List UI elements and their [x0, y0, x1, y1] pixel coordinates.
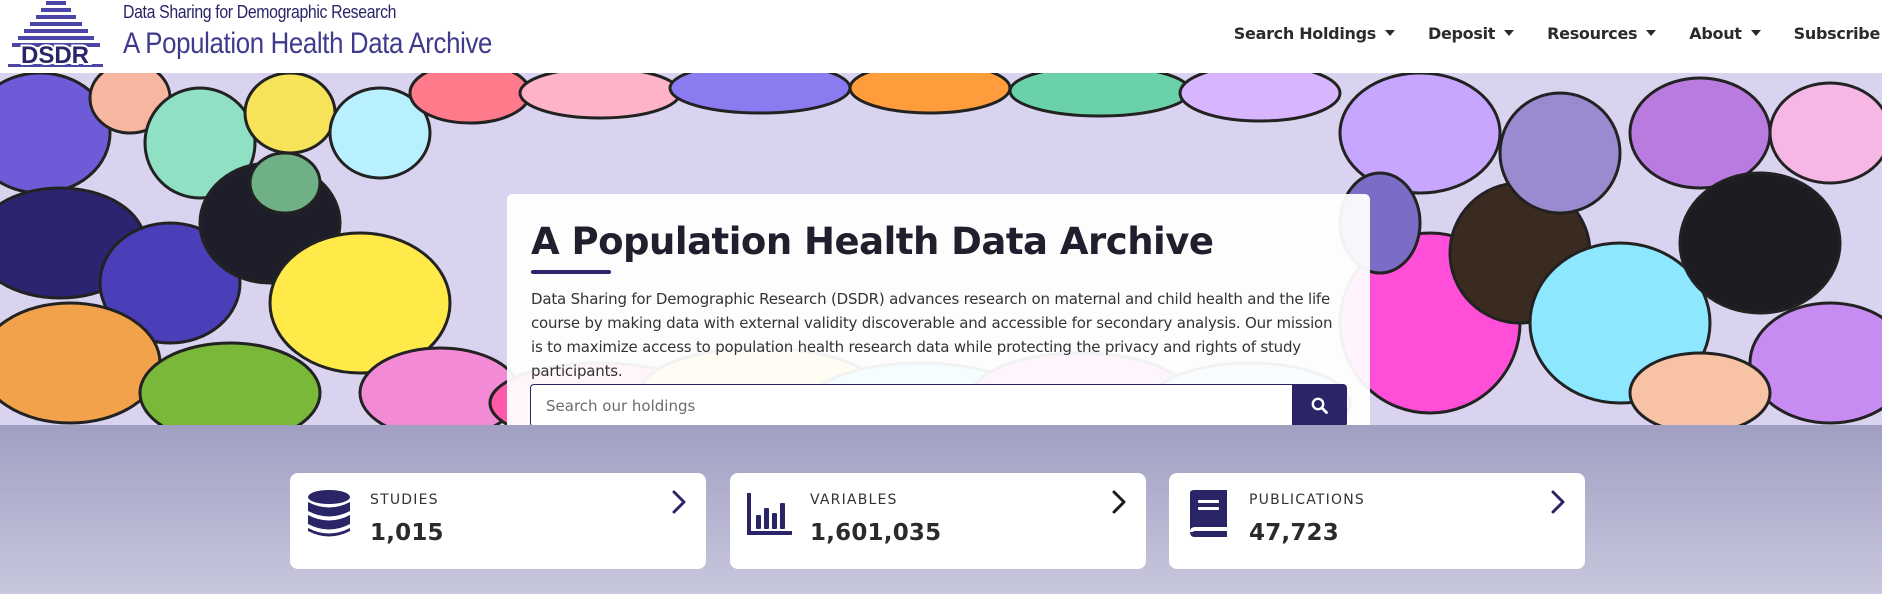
- nav-label: Search Holdings: [1233, 23, 1376, 43]
- nav-label: About: [1689, 23, 1742, 43]
- search-input[interactable]: [530, 384, 1292, 425]
- caret-down-icon: [1750, 30, 1761, 36]
- stat-card-variables[interactable]: VARIABLES 1,601,035: [730, 473, 1146, 569]
- nav-deposit[interactable]: Deposit: [1427, 23, 1515, 43]
- logo-title: A Population Health Data Archive: [123, 27, 493, 60]
- caret-down-icon: [1646, 30, 1657, 36]
- logo-subtitle: Data Sharing for Demographic Research: [123, 2, 397, 22]
- chevron-right-icon: [672, 490, 686, 514]
- stat-label: VARIABLES: [810, 492, 898, 508]
- nav-subscribe[interactable]: Subscribe: [1793, 23, 1881, 43]
- bar-chart-icon: [747, 493, 792, 535]
- nav-label: Deposit: [1427, 23, 1496, 43]
- database-icon: [308, 490, 350, 537]
- site-logo[interactable]: DSDR Data Sharing for Demographic Resear…: [8, 0, 492, 73]
- stats-band: STUDIES 1,015 VARIABLES 1,601,035 PUBLIC…: [0, 425, 1882, 594]
- search-icon: [1311, 397, 1328, 414]
- hero-card: A Population Health Data Archive Data Sh…: [507, 194, 1370, 425]
- caret-down-icon: [1504, 30, 1515, 36]
- site-header: DSDR Data Sharing for Demographic Resear…: [0, 0, 1882, 73]
- search-button[interactable]: [1292, 384, 1347, 425]
- stat-value: 47,723: [1249, 520, 1339, 546]
- hero-title: A Population Health Data Archive: [531, 220, 1214, 263]
- stat-label: STUDIES: [370, 492, 439, 508]
- stat-value: 1,601,035: [810, 520, 942, 546]
- main-nav: Search Holdings Deposit Resources About …: [1234, 0, 1882, 66]
- nav-resources[interactable]: Resources: [1547, 23, 1657, 43]
- caret-down-icon: [1384, 30, 1395, 36]
- nav-label: Subscribe: [1793, 23, 1881, 43]
- stat-card-studies[interactable]: STUDIES 1,015: [290, 473, 706, 569]
- nav-search-holdings[interactable]: Search Holdings: [1234, 24, 1395, 43]
- hero-description: Data Sharing for Demographic Research (D…: [531, 290, 1333, 380]
- stat-value: 1,015: [370, 520, 444, 546]
- chevron-right-icon: [1551, 490, 1565, 514]
- dsdr-logo-icon: DSDR: [8, 1, 103, 70]
- hero-banner: A Population Health Data Archive Data Sh…: [0, 73, 1882, 425]
- book-icon: [1190, 490, 1227, 537]
- stat-label: PUBLICATIONS: [1249, 492, 1365, 508]
- search-form: [530, 384, 1347, 425]
- nav-label: Resources: [1547, 23, 1638, 43]
- logo-abbr: DSDR: [21, 42, 89, 69]
- chevron-right-icon: [1112, 490, 1126, 514]
- nav-about[interactable]: About: [1689, 23, 1761, 43]
- title-underline: [531, 270, 611, 274]
- stat-card-publications[interactable]: PUBLICATIONS 47,723: [1169, 473, 1585, 569]
